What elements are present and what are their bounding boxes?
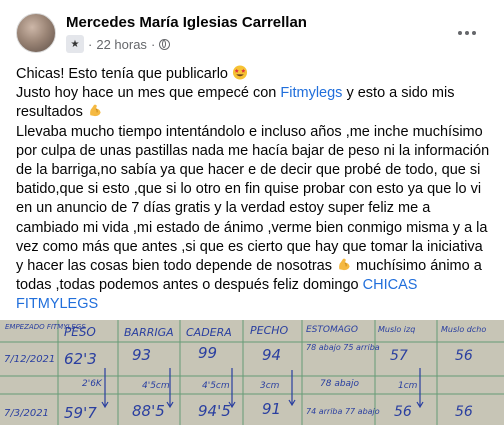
row2-weight: 59'7 (64, 404, 97, 422)
row1-date: 7/12/2021 (4, 354, 55, 365)
flexed-biceps-emoji (339, 258, 350, 271)
header-left-thigh: Muslo izq (378, 325, 415, 334)
post-photo[interactable]: EMPEZADO FITMYLEGS PESO BARRIGA CADERA P… (0, 320, 504, 425)
author-avatar[interactable] (16, 13, 56, 53)
post-line-1: Chicas! Esto tenía que publicarlo (16, 65, 492, 84)
row1-chest: 94 (262, 346, 281, 364)
row2-left-thigh: 56 (394, 404, 412, 420)
more-options-icon[interactable] (458, 26, 478, 40)
header-chest: PECHO (250, 324, 289, 337)
diff-stomach: 78 abajo (320, 379, 360, 389)
row1-left-thigh: 57 (390, 348, 408, 364)
header-stomach: ESTOMAGO (306, 325, 358, 335)
row2-chest: 91 (262, 400, 281, 418)
post-meta: ★ · 22 horas · (66, 35, 171, 53)
row1-right-thigh: 56 (455, 348, 473, 364)
diff-left-thigh: 1cm (398, 381, 418, 391)
row2-stomach: 74 arriba 77 abajo (306, 407, 380, 416)
row1-stomach: 78 abajo 75 arriba (306, 343, 380, 352)
row2-hip: 94'5 (198, 402, 231, 420)
row1-hip: 99 (198, 344, 217, 362)
star-struck-emoji (233, 65, 248, 80)
group-badge-icon[interactable]: ★ (66, 35, 84, 53)
diff-weight: 2'6K (82, 379, 103, 389)
separator-dot: · (88, 36, 93, 52)
diff-belly: 4'5cm (142, 381, 170, 391)
post-body: Llevaba mucho tiempo intentándolo e incl… (16, 123, 490, 313)
author-name[interactable]: Mercedes María Iglesias Carrellan (66, 14, 307, 31)
row1-weight: 62'3 (64, 350, 97, 368)
header-hip: CADERA (186, 326, 232, 339)
public-globe-icon (159, 38, 171, 50)
header-belly: BARRIGA (124, 326, 174, 339)
diff-chest: 3cm (260, 381, 280, 391)
row2-date: 7/3/2021 (4, 408, 49, 419)
facebook-post-card: Mercedes María Iglesias Carrellan ★ · 22… (0, 0, 504, 425)
flexed-biceps-emoji (90, 104, 101, 117)
post-text: Chicas! Esto tenía que publicarlo Justo … (16, 65, 492, 315)
row2-belly: 88'5 (132, 402, 165, 420)
header-right-thigh: Muslo dcho (441, 325, 486, 334)
post-time[interactable]: 22 horas (96, 37, 147, 52)
brand-link[interactable]: Fitmylegs (280, 85, 342, 101)
measurements-table-photo: EMPEZADO FITMYLEGS PESO BARRIGA CADERA P… (0, 320, 504, 425)
row2-right-thigh: 56 (455, 404, 473, 420)
diff-hip: 4'5cm (202, 381, 230, 391)
post-line-2: Justo hoy hace un mes que empecé con Fit… (16, 85, 455, 121)
header-weight: PESO (64, 325, 96, 339)
row1-belly: 93 (132, 346, 151, 364)
separator-dot: · (150, 36, 156, 52)
